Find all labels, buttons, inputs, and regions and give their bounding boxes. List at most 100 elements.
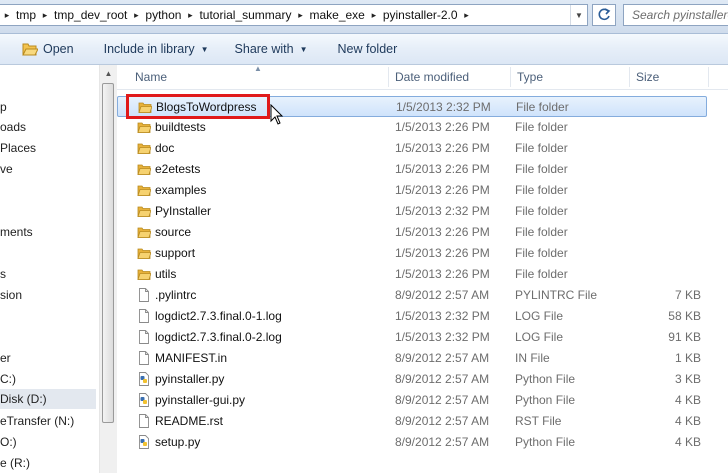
breadcrumb-item[interactable]: tmp_dev_root ▸ [52,8,143,22]
command-bar: Open Include in library ▼ Share with ▼ N… [0,34,728,65]
file-name: .pylintrc [155,288,197,302]
address-bar-area: ▸ tmp ▸ tmp_dev_root ▸ python ▸ tutorial_su… [0,0,728,34]
file-row[interactable]: e2etests 1/5/2013 2:26 PM File folder [117,159,707,180]
nav-item[interactable]: O:) [0,432,96,452]
file-row[interactable]: utils 1/5/2013 2:26 PM File folder [117,264,707,285]
file-name: logdict2.7.3.final.0-1.log [155,309,282,323]
file-type: File folder [515,162,568,176]
file-row[interactable]: buildtests 1/5/2013 2:26 PM File folder [117,117,707,138]
breadcrumb-item[interactable]: tmp ▸ [14,8,52,22]
file-size: 7 KB [674,288,701,302]
file-date-modified: 8/9/2012 2:57 AM [395,288,490,302]
nav-item[interactable]: p [0,97,96,117]
file-date-modified: 8/9/2012 2:57 AM [395,393,490,407]
file-row[interactable]: doc 1/5/2013 2:26 PM File folder [117,138,707,159]
python-file-icon [139,435,149,449]
breadcrumb-item[interactable]: python ▸ [143,8,197,22]
open-button[interactable]: Open [14,37,82,61]
chevron-right-icon[interactable]: ▸ [183,10,197,21]
scroll-up-icon[interactable]: ▲ [100,65,117,82]
file-size [640,97,700,118]
file-row[interactable]: .pylintrc 8/9/2012 2:57 AM PYLINTRC File 7 … [117,285,707,306]
file-row[interactable]: source 1/5/2013 2:26 PM File folder [117,222,707,243]
nav-item[interactable]: e (R:) [0,453,96,473]
chevron-right-icon[interactable]: ▸ [0,10,14,21]
column-header-type[interactable]: Type [511,65,628,89]
file-row[interactable]: PyInstaller 1/5/2013 2:32 PM File folder [117,201,707,222]
file-name: utils [155,267,177,281]
folder-icon [137,164,151,175]
breadcrumb-item[interactable]: pyinstaller-2.0 ▸ [381,8,474,22]
file-icon [139,288,149,302]
file-name: source [155,225,192,239]
nav-item[interactable]: C:) [0,369,96,389]
file-row[interactable]: MANIFEST.in 8/9/2012 2:57 AM IN File 1 KB [117,348,707,369]
nav-item[interactable]: s [0,264,96,284]
chevron-right-icon[interactable]: ▸ [129,10,143,21]
share-with-button[interactable]: Share with ▼ [227,37,316,61]
folder-icon [137,143,151,154]
chevron-right-icon[interactable]: ▸ [293,10,307,21]
nav-item[interactable]: er [0,348,96,368]
file-size: 4 KB [674,393,701,407]
python-file-icon [139,372,149,386]
file-row[interactable]: logdict2.7.3.final.0-1.log 1/5/2013 2:32 … [117,306,707,327]
file-size [641,264,701,285]
file-icon [139,351,149,365]
file-date-modified: 1/5/2013 2:26 PM [395,225,490,239]
file-name: doc [155,141,175,155]
file-type: IN File [515,351,550,365]
nav-item[interactable]: ve [0,159,96,179]
file-date-modified: 8/9/2012 2:57 AM [395,351,490,365]
address-dropdown-icon[interactable]: ▼ [570,5,587,25]
chevron-right-icon[interactable]: ▸ [460,10,474,21]
column-header-name[interactable]: Name [129,65,387,89]
file-date-modified: 8/9/2012 2:57 AM [395,435,490,449]
nav-item[interactable]: ments [0,222,96,242]
nav-item-selected[interactable]: Disk (D:) [0,389,96,409]
scrollbar-thumb[interactable] [102,83,114,423]
file-type: File folder [515,183,568,197]
dropdown-arrow-icon: ▼ [200,44,209,54]
file-row[interactable]: pyinstaller.py 8/9/2012 2:57 AM Python Fil… [117,369,707,390]
file-size: 4 KB [674,435,701,449]
column-header-date-modified[interactable]: Date modified [389,65,509,89]
breadcrumb-item[interactable]: tutorial_summary ▸ [197,8,307,22]
file-type: Python File [515,435,576,449]
nav-item[interactable]: oads [0,117,96,137]
open-folder-icon [22,43,38,56]
folder-icon [137,206,151,217]
address-bar[interactable]: ▸ tmp ▸ tmp_dev_root ▸ python ▸ tutorial_su… [0,4,588,26]
refresh-button[interactable] [592,4,616,26]
file-type: Python File [515,372,576,386]
breadcrumb-item[interactable]: make_exe ▸ [307,8,380,22]
file-type: LOG File [515,330,564,344]
nav-item[interactable]: eTransfer (N:) [0,411,96,431]
file-name: MANIFEST.in [155,351,228,365]
file-row[interactable]: support 1/5/2013 2:26 PM File folder [117,243,707,264]
nav-item[interactable]: Places [0,138,96,158]
file-date-modified: 1/5/2013 2:32 PM [396,100,491,114]
new-folder-button[interactable]: New folder [330,37,406,61]
search-input[interactable]: Search pyinstaller-2.0 [623,4,728,26]
navigation-scrollbar[interactable]: ▲ [99,65,117,473]
highlight-annotation-box [126,94,270,119]
file-date-modified: 1/5/2013 2:32 PM [395,330,490,344]
column-divider[interactable] [708,67,709,87]
file-row[interactable]: examples 1/5/2013 2:26 PM File folder [117,180,707,201]
folder-icon [137,227,151,238]
file-name: setup.py [155,435,201,449]
column-header-size[interactable]: Size [630,65,708,89]
include-in-library-button[interactable]: Include in library ▼ [96,37,217,61]
file-name: support [155,246,196,260]
file-row[interactable]: pyinstaller-gui.py 8/9/2012 2:57 AM Python… [117,390,707,411]
nav-item[interactable]: sion [0,285,96,305]
chevron-right-icon[interactable]: ▸ [38,10,52,21]
file-name: logdict2.7.3.final.0-2.log [155,330,282,344]
file-row[interactable]: README.rst 8/9/2012 2:57 AM RST File 4 KB [117,411,707,432]
file-date-modified: 8/9/2012 2:57 AM [395,372,490,386]
file-row[interactable]: setup.py 8/9/2012 2:57 AM Python File 4 KB [117,432,707,453]
chevron-right-icon[interactable]: ▸ [367,10,381,21]
file-row[interactable]: logdict2.7.3.final.0-2.log 1/5/2013 2:32 … [117,327,707,348]
file-date-modified: 8/9/2012 2:57 AM [395,414,490,428]
